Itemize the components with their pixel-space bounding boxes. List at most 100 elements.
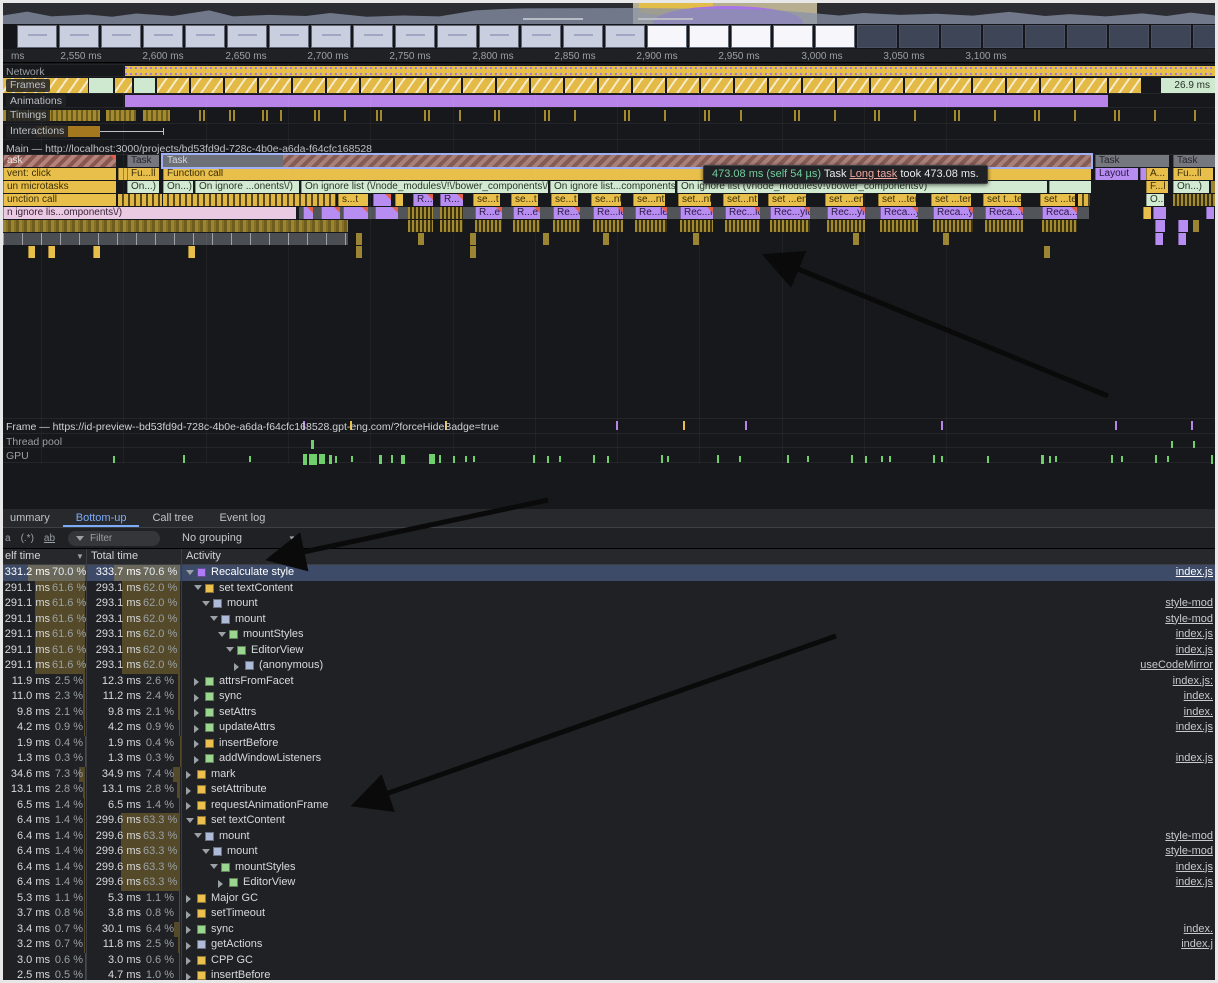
filmstrip-thumbnail[interactable] <box>479 25 519 48</box>
expander-open-icon[interactable] <box>186 570 194 575</box>
source-link[interactable]: index.js <box>1176 876 1213 888</box>
flame-bar[interactable] <box>1211 181 1218 193</box>
source-link[interactable]: index. <box>1184 690 1213 702</box>
frame-chunk[interactable] <box>463 78 495 93</box>
activity-label[interactable]: (anonymous) <box>259 659 323 671</box>
timing-mark[interactable] <box>498 110 500 121</box>
timing-mark[interactable] <box>1154 110 1156 121</box>
table-row[interactable]: 3.4 ms0.7 %30.1 ms6.4 %syncindex. <box>3 922 1215 938</box>
timing-mark[interactable] <box>199 110 201 121</box>
regex-icon[interactable]: (.*) <box>21 533 34 544</box>
gpu-tick[interactable] <box>335 456 337 463</box>
column-divider[interactable] <box>86 549 87 983</box>
flame-bar[interactable] <box>1193 220 1199 232</box>
flame-bar-sent[interactable]: se...nt <box>633 194 665 206</box>
filmstrip-thumbnail[interactable] <box>143 25 183 48</box>
flame-bar-recyle[interactable]: Rec...yle <box>827 207 865 219</box>
gpu-tick[interactable] <box>547 456 549 463</box>
flame-bar[interactable] <box>470 233 476 245</box>
timing-mark[interactable] <box>914 110 916 121</box>
thread-pool-tick[interactable] <box>311 440 314 449</box>
filmstrip-thumbnail[interactable] <box>521 25 561 48</box>
frame-chunk[interactable] <box>115 78 132 93</box>
cpu-overview-strip[interactable] <box>3 3 1215 24</box>
gpu-tick[interactable] <box>607 456 609 463</box>
expander-closed-icon[interactable] <box>194 709 199 717</box>
source-link[interactable]: style-mod <box>1165 845 1213 857</box>
frame-chunk[interactable] <box>134 78 155 93</box>
flame-bar[interactable] <box>475 220 502 232</box>
flame-bar[interactable] <box>28 246 35 258</box>
flame-bar[interactable] <box>1044 246 1050 258</box>
filmstrip-thumbnail[interactable] <box>941 25 981 48</box>
thread-pool-tick[interactable] <box>1171 441 1173 448</box>
timing-mark[interactable] <box>459 110 461 121</box>
flame-bar[interactable] <box>635 220 667 232</box>
flame-bar[interactable] <box>356 246 362 258</box>
flame-bar[interactable] <box>1049 181 1091 193</box>
table-row[interactable]: 1.3 ms0.3 %1.3 ms0.3 %addWindowListeners… <box>3 751 1215 767</box>
gpu-tick[interactable] <box>309 454 317 465</box>
source-link[interactable]: index.j <box>1181 938 1213 950</box>
expander-closed-icon[interactable] <box>186 895 191 903</box>
filmstrip-thumbnail[interactable] <box>983 25 1023 48</box>
flame-bar[interactable] <box>543 233 549 245</box>
flame-bar-a[interactable]: A... <box>1146 168 1168 180</box>
timing-mark[interactable] <box>548 110 550 121</box>
flame-bar[interactable] <box>1143 207 1151 219</box>
timing-mark[interactable] <box>1114 110 1116 121</box>
filmstrip-thumbnail[interactable] <box>185 25 225 48</box>
gpu-tick[interactable] <box>661 455 663 463</box>
timing-mark[interactable] <box>494 110 496 121</box>
sort-caret-icon[interactable]: ▼ <box>76 552 84 561</box>
frame-chunk-final[interactable]: 26.9 ms <box>1161 78 1215 93</box>
filmstrip-thumbnail[interactable] <box>1193 25 1218 48</box>
filmstrip-thumbnail[interactable] <box>269 25 309 48</box>
expander-closed-icon[interactable] <box>194 725 199 733</box>
gpu-tick[interactable] <box>807 456 809 462</box>
flame-bar-fl[interactable]: F...l <box>1146 181 1168 193</box>
flame-bar-recle[interactable]: Rec...le <box>725 207 760 219</box>
activity-label[interactable]: setTimeout <box>211 907 265 919</box>
gpu-tick[interactable] <box>1121 456 1123 462</box>
source-link[interactable]: index.js <box>1176 644 1213 656</box>
activity-label[interactable]: mountStyles <box>243 628 304 640</box>
gpu-tick[interactable] <box>865 456 867 463</box>
flame-bar-full[interactable]: Fu...ll <box>1173 168 1213 180</box>
table-row[interactable]: 4.2 ms0.9 %4.2 ms0.9 %updateAttrsindex.j… <box>3 720 1215 736</box>
gpu-tick[interactable] <box>941 456 943 462</box>
thread-pool-label[interactable]: Thread pool <box>6 436 62 448</box>
frame-chunk[interactable] <box>89 78 113 93</box>
expander-open-icon[interactable] <box>210 864 218 869</box>
flame-bar-set[interactable]: se...t <box>473 194 500 206</box>
frame-chunk[interactable] <box>565 78 597 93</box>
activity-label[interactable]: EditorView <box>251 644 303 656</box>
expander-closed-icon[interactable] <box>194 740 199 748</box>
gpu-tick[interactable] <box>249 456 251 462</box>
flame-bar[interactable] <box>553 220 580 232</box>
flame-bar-task[interactable]: Task <box>1095 155 1169 167</box>
activity-label[interactable]: Major GC <box>211 892 258 904</box>
source-link[interactable]: style-mod <box>1165 597 1213 609</box>
gpu-tick[interactable] <box>351 456 353 462</box>
timing-mark[interactable] <box>628 110 630 121</box>
flame-bar-ventclick[interactable]: vent: click <box>3 168 116 180</box>
flame-bar-set[interactable]: se...t <box>551 194 578 206</box>
timing-mark[interactable] <box>878 110 880 121</box>
flame-bar[interactable] <box>163 194 336 206</box>
timing-mark[interactable] <box>874 110 876 121</box>
timing-mark[interactable] <box>424 110 426 121</box>
activity-label[interactable]: setAttrs <box>219 706 256 718</box>
flame-bar-setnt[interactable]: set...nt <box>723 194 758 206</box>
flame-bar[interactable] <box>303 207 313 219</box>
expander-closed-icon[interactable] <box>186 911 191 919</box>
flame-bar[interactable] <box>440 207 463 219</box>
activity-label[interactable]: setAttribute <box>211 783 267 795</box>
source-link[interactable]: index.js <box>1176 628 1213 640</box>
expander-open-icon[interactable] <box>194 585 202 590</box>
gpu-tick[interactable] <box>593 455 595 463</box>
flame-bar-settent[interactable]: set ...tent <box>1040 194 1075 206</box>
timing-mark[interactable] <box>314 110 316 121</box>
flame-bar-onignoreonents[interactable]: On ignore ...onents\/) <box>195 181 299 193</box>
gpu-tick[interactable] <box>1111 455 1113 463</box>
